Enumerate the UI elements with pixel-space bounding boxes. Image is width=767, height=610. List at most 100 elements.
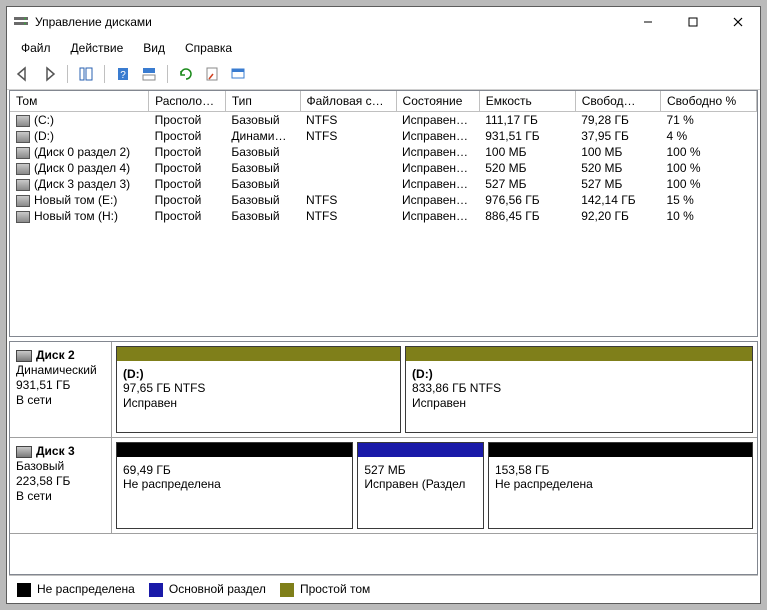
legend-label: Простой том (300, 582, 370, 596)
menu-file[interactable]: Файл (13, 39, 59, 57)
disk-kind: Динамический (16, 363, 105, 378)
partition-stripe (117, 443, 352, 457)
volume-free: 92,20 ГБ (575, 208, 660, 224)
dialog-button[interactable] (226, 63, 250, 85)
volume-capacity: 976,56 ГБ (479, 192, 575, 208)
volume-table: Том Располо… Тип Файловая с… Состояние Е… (10, 91, 757, 224)
disk-icon (16, 350, 32, 362)
volume-status: Исправен… (396, 160, 479, 176)
table-row[interactable]: (Диск 0 раздел 4)ПростойБазовыйИсправен…… (10, 160, 757, 176)
disk-info-panel[interactable]: Диск 2Динамический931,51 ГБВ сети (10, 342, 112, 437)
table-row[interactable]: (C:)ПростойБазовыйNTFSИсправен…111,17 ГБ… (10, 112, 757, 129)
partition-body: (D:)833,86 ГБ NTFSИсправен (406, 361, 752, 432)
volume-type: Базовый (225, 112, 300, 129)
close-button[interactable] (715, 8, 760, 36)
volume-free: 79,28 ГБ (575, 112, 660, 129)
menu-help[interactable]: Справка (177, 39, 240, 57)
toolbar-separator (67, 65, 68, 83)
partition-size: 527 МБ (364, 463, 405, 477)
graphical-disk-pane: Диск 2Динамический931,51 ГБВ сети(D:)97,… (9, 341, 758, 575)
volume-free-pct: 100 % (660, 176, 756, 192)
partition-body: 153,58 ГБНе распределена (489, 457, 752, 528)
maximize-button[interactable] (670, 8, 715, 36)
refresh-button[interactable] (174, 63, 198, 85)
volume-layout: Простой (149, 128, 226, 144)
show-hide-tree-button[interactable] (74, 63, 98, 85)
view-top-button[interactable] (137, 63, 161, 85)
column-free-pct[interactable]: Свободно % (660, 91, 756, 112)
partition-body: 69,49 ГБНе распределена (117, 457, 352, 528)
partition-stripe (358, 443, 483, 457)
menu-action[interactable]: Действие (63, 39, 132, 57)
disk-partitions: 69,49 ГБНе распределена527 МБИсправен (Р… (112, 438, 757, 533)
volume-capacity: 100 МБ (479, 144, 575, 160)
volume-status: Исправен… (396, 112, 479, 129)
column-capacity[interactable]: Емкость (479, 91, 575, 112)
disk-info-panel[interactable]: Диск 3Базовый223,58 ГБВ сети (10, 438, 112, 533)
content-area: Том Располо… Тип Файловая с… Состояние Е… (7, 90, 760, 603)
toolbar: ? (7, 61, 760, 90)
volume-status: Исправен… (396, 208, 479, 224)
volume-name: (Диск 0 раздел 2) (34, 145, 130, 159)
volume-capacity: 527 МБ (479, 176, 575, 192)
disk-name: Диск 3 (36, 444, 75, 458)
disk-name: Диск 2 (36, 348, 75, 362)
toolbar-separator (104, 65, 105, 83)
partition[interactable]: 153,58 ГБНе распределена (488, 442, 753, 529)
volume-name: (C:) (34, 113, 54, 127)
column-type[interactable]: Тип (225, 91, 300, 112)
menubar: Файл Действие Вид Справка (7, 37, 760, 61)
table-row[interactable]: Новый том (E:)ПростойБазовыйNTFSИсправен… (10, 192, 757, 208)
column-free[interactable]: Свобод… (575, 91, 660, 112)
titlebar: Управление дисками (7, 7, 760, 37)
partition[interactable]: 527 МБИсправен (Раздел (357, 442, 484, 529)
volume-type: Базовый (225, 208, 300, 224)
volume-status: Исправен… (396, 176, 479, 192)
legend-item: Основной раздел (149, 582, 266, 597)
app-icon (13, 14, 29, 30)
volume-layout: Простой (149, 192, 226, 208)
menu-view[interactable]: Вид (135, 39, 173, 57)
volume-name: Новый том (H:) (34, 209, 118, 223)
table-row[interactable]: (Диск 0 раздел 2)ПростойБазовыйИсправен…… (10, 144, 757, 160)
volume-status: Исправен… (396, 128, 479, 144)
volume-icon (16, 195, 30, 207)
column-filesystem[interactable]: Файловая с… (300, 91, 396, 112)
column-layout[interactable]: Располо… (149, 91, 226, 112)
column-volume[interactable]: Том (10, 91, 149, 112)
forward-button[interactable] (37, 63, 61, 85)
volume-type: Базовый (225, 160, 300, 176)
minimize-button[interactable] (625, 8, 670, 36)
volume-icon (16, 211, 30, 223)
partition-title: (D:) (412, 367, 433, 381)
volume-free-pct: 100 % (660, 144, 756, 160)
back-button[interactable] (11, 63, 35, 85)
properties-button[interactable] (200, 63, 224, 85)
partition-status: Исправен (123, 396, 177, 410)
partition[interactable]: 69,49 ГБНе распределена (116, 442, 353, 529)
legend-item: Простой том (280, 582, 370, 597)
help-button[interactable]: ? (111, 63, 135, 85)
volume-capacity: 520 МБ (479, 160, 575, 176)
table-row[interactable]: Новый том (H:)ПростойБазовыйNTFSИсправен… (10, 208, 757, 224)
partition-size: 153,58 ГБ (495, 463, 549, 477)
toolbar-separator (167, 65, 168, 83)
partition-size: 69,49 ГБ (123, 463, 171, 477)
volume-status: Исправен… (396, 144, 479, 160)
volume-name: (Диск 0 раздел 4) (34, 161, 130, 175)
volume-free: 142,14 ГБ (575, 192, 660, 208)
table-row[interactable]: (Диск 3 раздел 3)ПростойБазовыйИсправен…… (10, 176, 757, 192)
partition-size: 97,65 ГБ NTFS (123, 381, 205, 395)
column-status[interactable]: Состояние (396, 91, 479, 112)
volume-name: Новый том (E:) (34, 193, 117, 207)
legend-label: Основной раздел (169, 582, 266, 596)
disk-size: 931,51 ГБ (16, 378, 105, 393)
volume-layout: Простой (149, 112, 226, 129)
volume-icon (16, 179, 30, 191)
partition[interactable]: (D:)833,86 ГБ NTFSИсправен (405, 346, 753, 433)
table-row[interactable]: (D:)ПростойДинами…NTFSИсправен…931,51 ГБ… (10, 128, 757, 144)
volume-type: Динами… (225, 128, 300, 144)
volume-free-pct: 15 % (660, 192, 756, 208)
disk-kind: Базовый (16, 459, 105, 474)
partition[interactable]: (D:)97,65 ГБ NTFSИсправен (116, 346, 401, 433)
